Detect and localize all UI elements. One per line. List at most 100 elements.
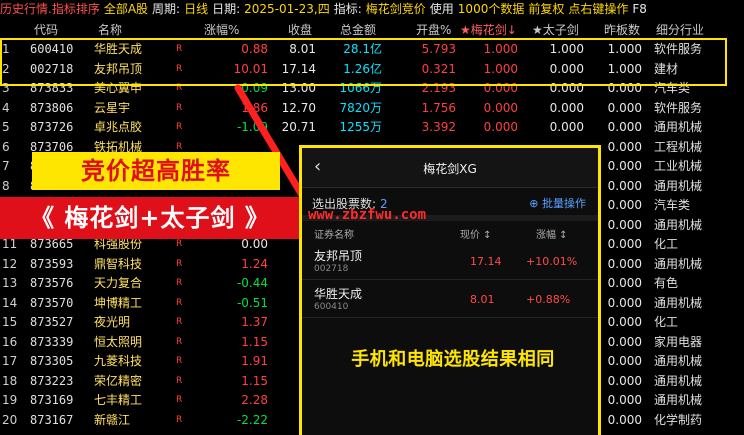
phone-stock-name: 华胜天成 bbox=[314, 287, 363, 301]
phone-stock-price: 17.14 bbox=[470, 255, 502, 268]
status-segment: 2025-01-23,四 bbox=[244, 2, 330, 16]
prev-limit-count: 0.000 bbox=[607, 217, 642, 232]
industry: 化学制药 bbox=[654, 412, 703, 427]
phone-stock-change: +10.01% bbox=[526, 255, 578, 268]
status-segment: 日期: bbox=[212, 2, 241, 16]
margin-flag: R bbox=[176, 336, 183, 347]
prev-limit-count: 0.000 bbox=[607, 295, 642, 310]
stock-code: 873570 bbox=[30, 295, 74, 310]
stock-name: 新赣江 bbox=[94, 412, 131, 427]
status-segment: 周期: bbox=[152, 2, 181, 16]
stock-code: 873726 bbox=[30, 120, 74, 134]
col-taizijian[interactable]: ★太子剑 bbox=[532, 21, 579, 38]
status-segment: 1000个数据 bbox=[457, 2, 525, 16]
col-name[interactable]: 名称 bbox=[98, 21, 122, 38]
stock-code: 873169 bbox=[30, 393, 74, 407]
table-header: 代码 名称 涨幅% 收盘 总金额 开盘% ★梅花剑↓ ★太子剑 昨板数 细分行业 bbox=[0, 20, 744, 38]
industry: 化工 bbox=[654, 237, 679, 251]
status-bar: 历史行情.指标排序 全部A股 周期: 日线 日期: 2025-01-23,四 指标: 梅花剑竞… bbox=[0, 0, 744, 18]
status-segment: 使用 bbox=[429, 2, 454, 16]
industry: 化工 bbox=[654, 315, 679, 329]
stock-code: 873576 bbox=[30, 276, 74, 290]
stock-name: 天力复合 bbox=[94, 276, 143, 290]
phone-list-item[interactable]: 华胜天成 600410 8.01 +0.88% bbox=[302, 282, 598, 318]
change-percent: 1.37 bbox=[241, 315, 268, 329]
row-index: 6 bbox=[2, 139, 10, 154]
batch-operation-button[interactable]: ⊕ 批量操作 bbox=[529, 195, 586, 211]
row-index: 18 bbox=[2, 373, 18, 388]
stock-code: 873527 bbox=[30, 315, 74, 329]
prev-limit-count: 0.000 bbox=[607, 139, 642, 154]
status-segment: 点右键操作 bbox=[568, 2, 629, 16]
table-row[interactable]: 4 873806 云星宇 R 1.86 12.70 7820万 1.756 0.000 0.000… bbox=[0, 99, 744, 118]
stock-code: 873167 bbox=[30, 412, 74, 427]
stock-name: 七丰精工 bbox=[94, 393, 143, 407]
stock-code: 873339 bbox=[30, 334, 74, 349]
change-percent: -2.22 bbox=[236, 412, 268, 427]
prev-limit-count: 0.000 bbox=[607, 237, 642, 251]
status-segment: 指标: bbox=[333, 2, 362, 16]
status-segment: 历史行情.指标排序 bbox=[0, 2, 100, 16]
phone-stock-name: 友邦吊顶 bbox=[314, 249, 363, 263]
status-segment: 日线 bbox=[184, 2, 209, 16]
change-percent: -0.51 bbox=[236, 295, 268, 310]
stock-code: 873305 bbox=[30, 354, 74, 368]
total-amount: 1255万 bbox=[339, 120, 382, 134]
taizijian-value: 0.000 bbox=[549, 120, 584, 134]
industry: 通用机械 bbox=[654, 178, 703, 193]
row-index: 17 bbox=[2, 354, 18, 368]
col-amount[interactable]: 总金额 bbox=[340, 21, 376, 38]
col-change[interactable]: 涨幅% bbox=[204, 21, 239, 38]
margin-flag: R bbox=[176, 297, 183, 308]
margin-flag: R bbox=[176, 375, 183, 386]
prev-limit-count: 0.000 bbox=[607, 334, 642, 349]
prev-limit-count: 0.000 bbox=[607, 100, 642, 115]
prev-limit-count: 0.000 bbox=[607, 120, 642, 134]
stock-name: 夜光明 bbox=[94, 315, 131, 329]
open-percent: 1.756 bbox=[421, 100, 456, 115]
prev-limit-count: 0.000 bbox=[607, 198, 642, 212]
phone-nav-bar: ‹ 梅花剑XG bbox=[302, 148, 598, 188]
industry: 通用机械 bbox=[654, 217, 703, 232]
open-percent: 3.392 bbox=[421, 120, 456, 134]
col-meihuajian[interactable]: ★梅花剑↓ bbox=[460, 21, 517, 38]
row-index: 7 bbox=[2, 159, 10, 173]
phone-col-change[interactable]: 涨幅 ↕ bbox=[536, 226, 568, 241]
prev-limit-count: 0.000 bbox=[607, 159, 642, 173]
stock-code: 873223 bbox=[30, 373, 74, 388]
prev-limit-count: 0.000 bbox=[607, 256, 642, 271]
margin-flag: R bbox=[176, 395, 183, 405]
close-price: 20.71 bbox=[281, 120, 316, 134]
status-segment: 全部A股 bbox=[103, 2, 149, 16]
margin-flag: R bbox=[176, 258, 183, 269]
col-code[interactable]: 代码 bbox=[34, 21, 58, 38]
col-close[interactable]: 收盘 bbox=[288, 21, 312, 38]
row-index: 16 bbox=[2, 334, 18, 349]
col-industry[interactable]: 细分行业 bbox=[656, 21, 704, 38]
col-prev-limit-count[interactable]: 昨板数 bbox=[604, 21, 640, 38]
table-row[interactable]: 5 873726 卓兆点胶 R -1.09 20.71 1255万 3.392 0.000 0.0… bbox=[0, 118, 744, 137]
phone-stock-code: 002718 bbox=[314, 264, 349, 274]
stock-name: 云星宇 bbox=[94, 100, 131, 115]
industry: 通用机械 bbox=[654, 295, 703, 310]
stock-name: 恒太照明 bbox=[94, 334, 143, 349]
promo-banner-winrate: 竞价超高胜率 bbox=[32, 152, 280, 190]
phone-stock-price: 8.01 bbox=[470, 293, 495, 306]
row-index: 12 bbox=[2, 256, 18, 271]
prev-limit-count: 0.000 bbox=[607, 276, 642, 290]
stock-name: 坤博精工 bbox=[94, 295, 143, 310]
phone-col-price[interactable]: 现价 ↕ bbox=[460, 226, 492, 241]
phone-col-name[interactable]: 证券名称 bbox=[314, 226, 354, 241]
phone-title: 梅花剑XG bbox=[423, 162, 477, 176]
change-percent: 1.91 bbox=[241, 354, 268, 368]
prev-limit-count: 0.000 bbox=[607, 315, 642, 329]
stock-name: 九菱科技 bbox=[94, 354, 143, 368]
industry: 有色 bbox=[654, 276, 679, 290]
margin-flag: R bbox=[176, 317, 183, 327]
phone-stock-code: 600410 bbox=[314, 302, 349, 312]
phone-list-item[interactable]: 友邦吊顶 002718 17.14 +10.01% bbox=[302, 244, 598, 280]
margin-flag: R bbox=[176, 414, 183, 425]
col-open[interactable]: 开盘% bbox=[416, 21, 451, 38]
change-percent: -1.09 bbox=[236, 120, 268, 134]
phone-caption: 手机和电脑选股结果相同 bbox=[351, 349, 555, 370]
